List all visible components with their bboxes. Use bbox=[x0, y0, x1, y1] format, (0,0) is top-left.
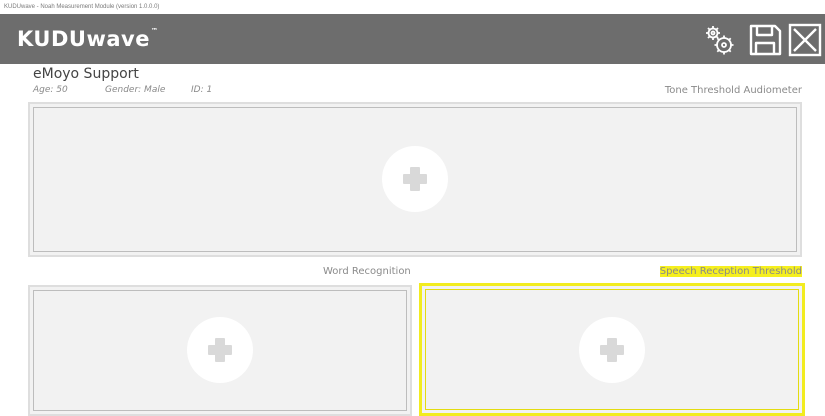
add-word-recognition-button[interactable] bbox=[187, 317, 253, 383]
close-x-icon bbox=[788, 23, 822, 57]
tone-threshold-label: Tone Threshold Audiometer bbox=[664, 85, 802, 96]
gears-icon bbox=[706, 26, 734, 55]
settings-button[interactable] bbox=[703, 23, 737, 57]
tone-threshold-panel[interactable] bbox=[28, 102, 802, 257]
add-speech-reception-button[interactable] bbox=[579, 317, 645, 383]
plus-icon-bar bbox=[208, 345, 232, 355]
plus-icon-bar bbox=[403, 174, 427, 184]
logo-text: KUDUwave bbox=[17, 27, 150, 51]
word-recognition-panel[interactable] bbox=[28, 285, 412, 416]
save-button[interactable] bbox=[748, 23, 782, 57]
patient-id: ID: 1 bbox=[191, 85, 213, 95]
close-button[interactable] bbox=[788, 23, 822, 57]
patient-age: Age: 50 bbox=[33, 85, 68, 95]
plus-icon-bar bbox=[600, 345, 624, 355]
word-recognition-label: Word Recognition bbox=[323, 266, 411, 277]
floppy-disk-icon bbox=[749, 24, 782, 56]
kuduwave-logo: KUDUwave™ bbox=[17, 27, 158, 51]
app-header: KUDUwave™ bbox=[0, 14, 825, 64]
add-tone-threshold-button[interactable] bbox=[382, 146, 448, 212]
speech-reception-label: Speech Reception Threshold bbox=[659, 266, 802, 277]
patient-gender: Gender: Male bbox=[105, 85, 166, 95]
speech-reception-panel[interactable] bbox=[419, 283, 805, 416]
window-title: KUDUwave - Noah Measurement Module (vers… bbox=[0, 0, 825, 14]
logo-trademark: ™ bbox=[150, 27, 159, 35]
patient-name: eMoyo Support bbox=[33, 66, 139, 82]
